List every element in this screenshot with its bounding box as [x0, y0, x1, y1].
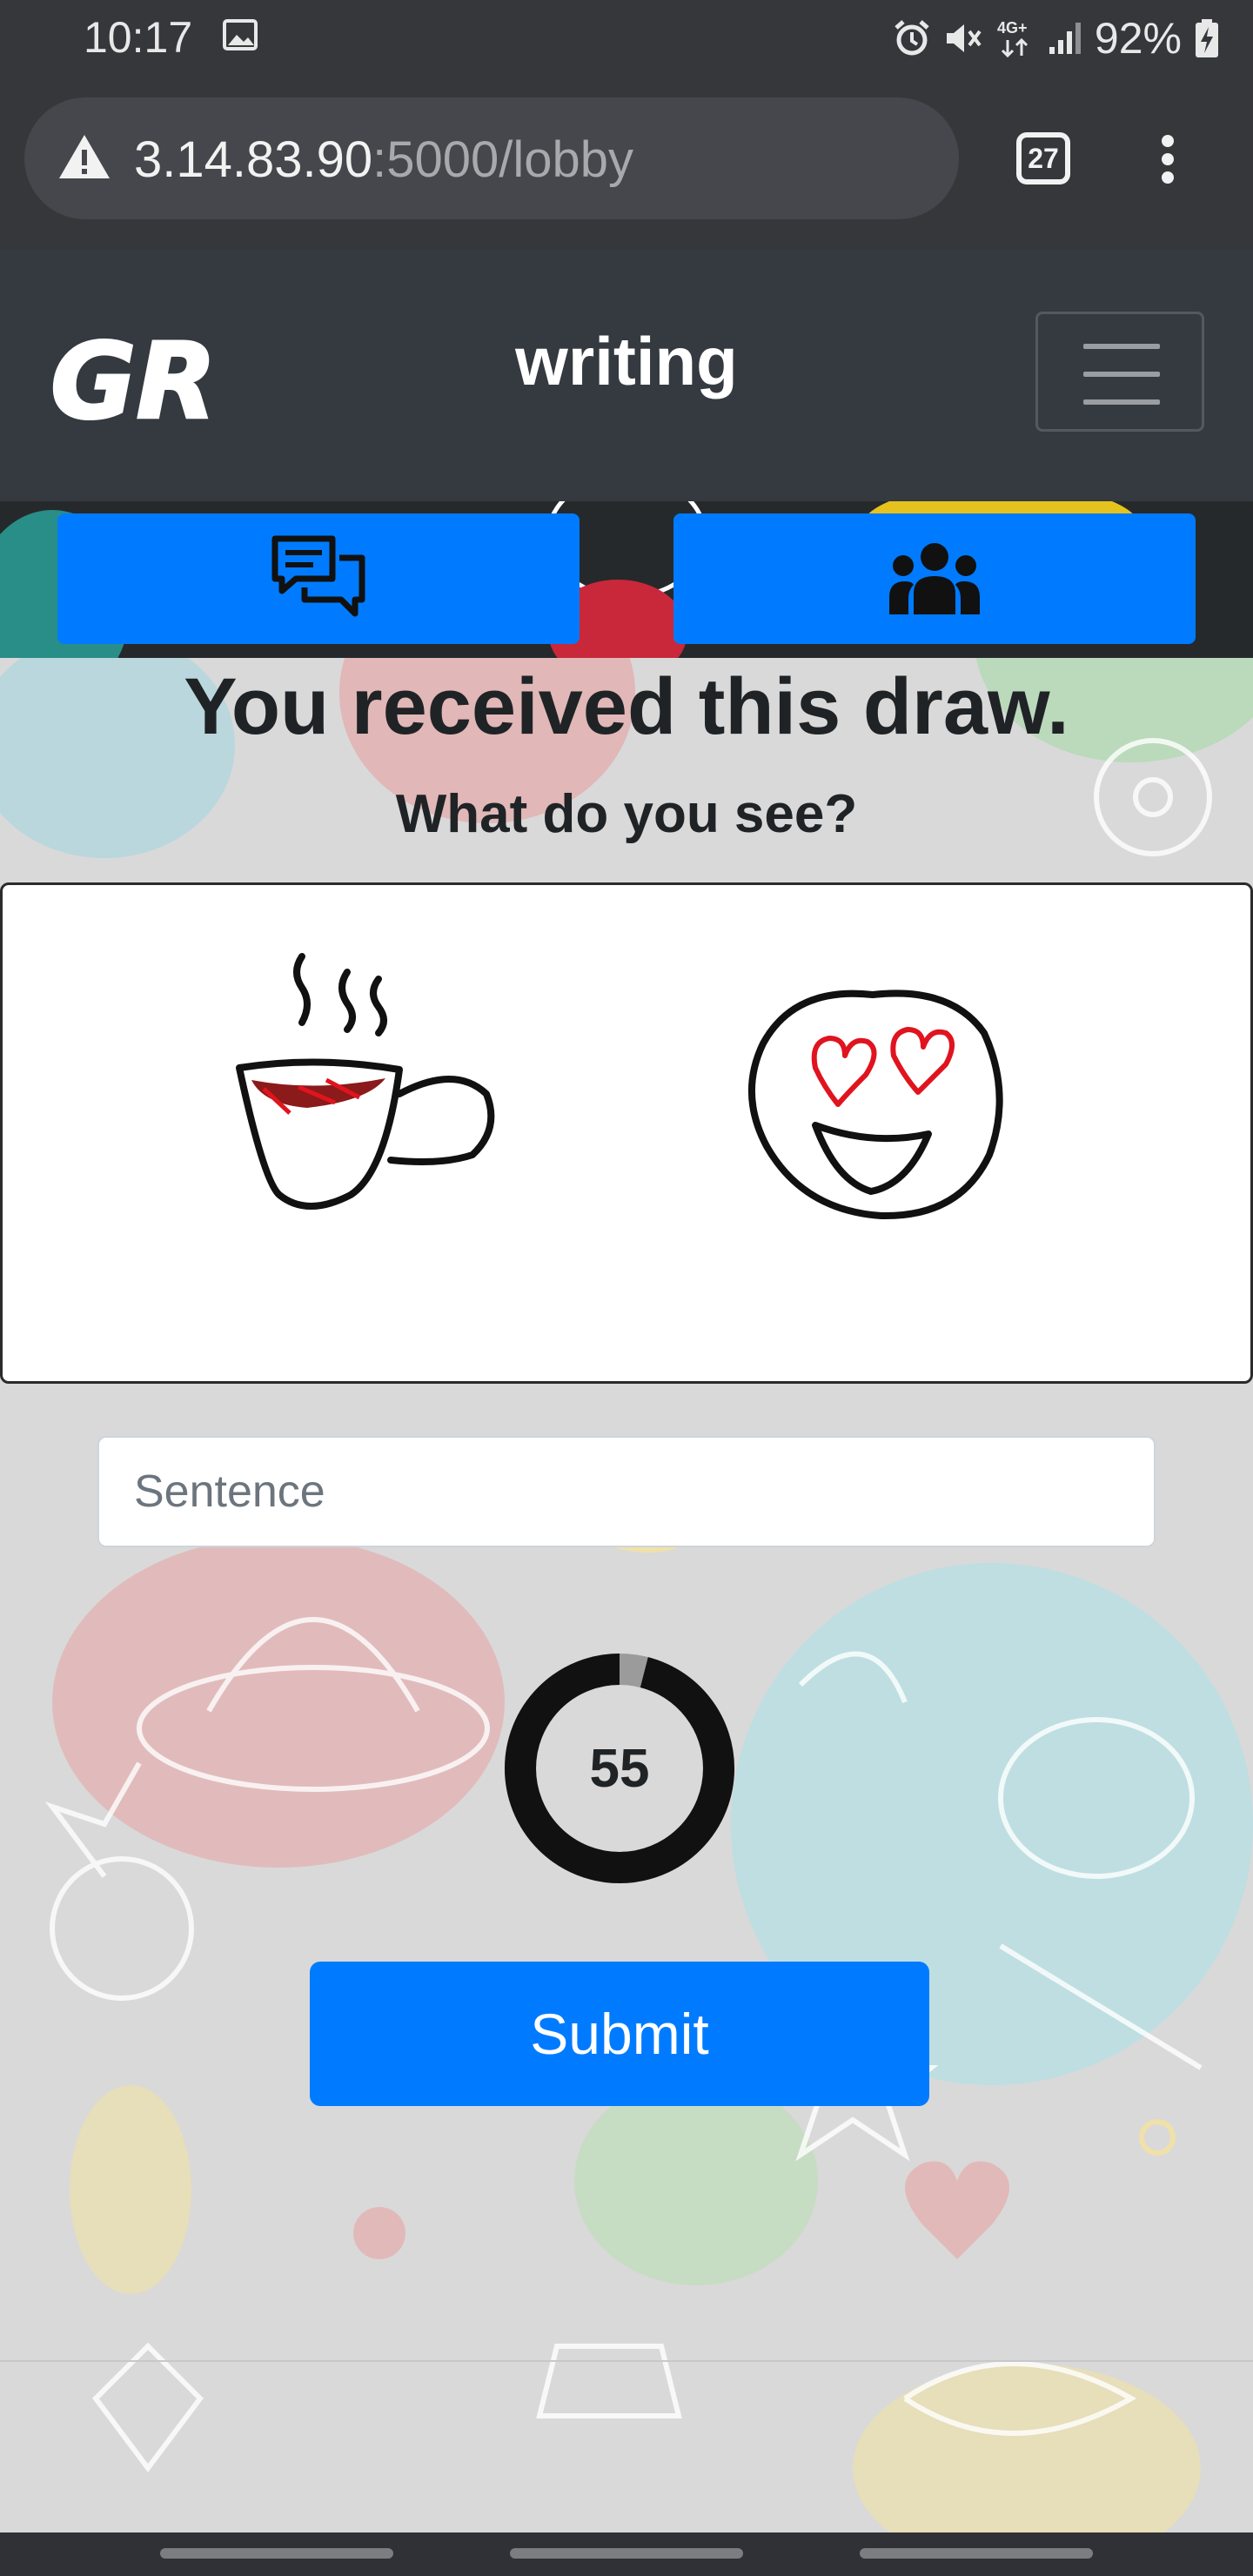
chat-bubbles-icon: [271, 535, 365, 617]
steaming-cup: [236, 953, 495, 1210]
tabs-button[interactable]: 27: [1016, 132, 1070, 184]
divider: [0, 2360, 1253, 2362]
hamburger-menu-button[interactable]: [1035, 312, 1204, 432]
heading: You received this draw.: [184, 662, 1069, 751]
chat-button[interactable]: [57, 513, 580, 644]
battery-charging-icon: [1196, 19, 1218, 57]
status-icons: 4G+ 92%: [893, 12, 1220, 64]
gesture-navigation-bar: [0, 2532, 1253, 2576]
received-drawing: [0, 882, 1253, 1384]
network-label: 4G+: [997, 19, 1028, 37]
url-text[interactable]: 3.14.83.90:5000/lobby: [134, 131, 633, 189]
browser-toolbar: 3.14.83.90:5000/lobby 27: [0, 80, 1253, 249]
sentence-input[interactable]: [97, 1436, 1156, 1547]
url-host: 3.14.83.90: [134, 131, 373, 188]
address-bar[interactable]: 3.14.83.90:5000/lobby: [24, 97, 959, 219]
submit-button[interactable]: Submit: [310, 1962, 929, 2106]
players-button[interactable]: [673, 513, 1196, 644]
timer-value: 55: [589, 1738, 650, 1799]
mute-icon: [946, 24, 982, 52]
nav-back-handle[interactable]: [860, 2548, 1093, 2559]
users-group-icon: [889, 543, 980, 614]
heart-eyes-smiley: [748, 989, 1003, 1220]
subheading: What do you see?: [395, 784, 858, 844]
url-path: :5000/lobby: [372, 131, 634, 188]
signal-icon: [1049, 23, 1081, 54]
app-navbar: GR GR writing: [0, 249, 1253, 501]
nav-recent-handle[interactable]: [160, 2548, 393, 2559]
menu-kebab-icon[interactable]: [1150, 131, 1185, 191]
status-time: 10:17: [84, 13, 193, 62]
status-bar: 10:17 4G+ 92%: [0, 0, 1253, 80]
network-4g-icon: 4G+: [997, 19, 1028, 58]
gallery-icon: [223, 19, 258, 50]
warning-icon[interactable]: [57, 132, 111, 181]
alarm-icon: [895, 20, 929, 56]
battery-percent: 92%: [1094, 14, 1182, 63]
nav-home-handle[interactable]: [510, 2548, 743, 2559]
tab-count: 27: [1028, 142, 1059, 174]
drawing-strokes: [236, 953, 1003, 1220]
